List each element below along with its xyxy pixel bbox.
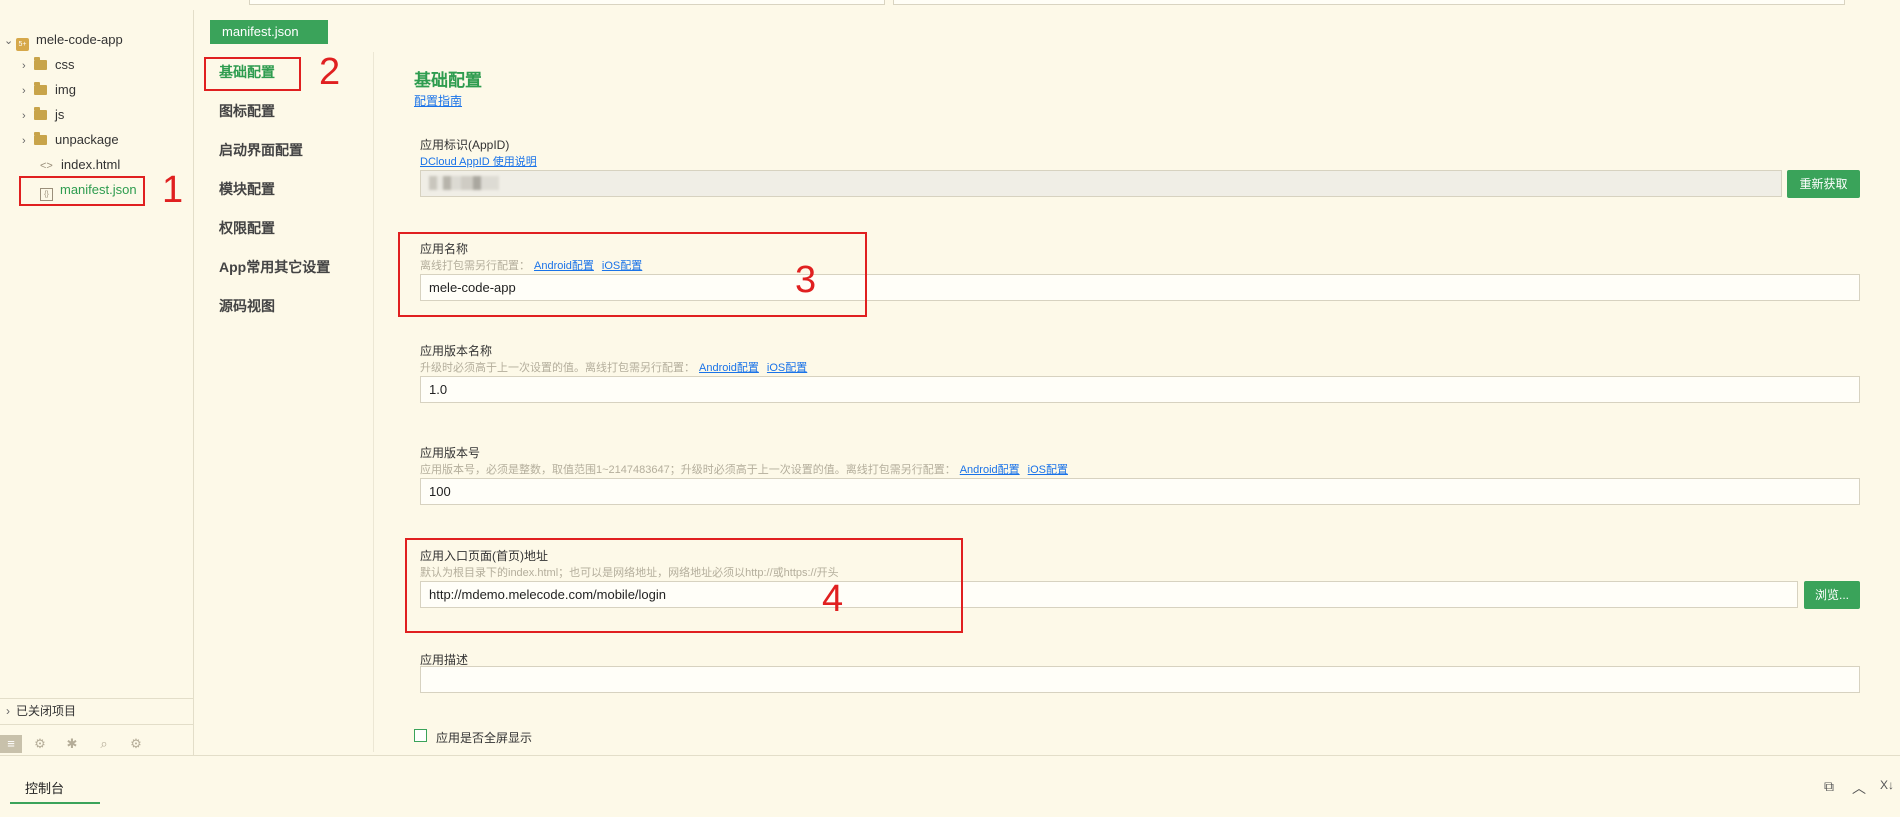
chevron-right-icon: › xyxy=(6,704,10,718)
bug-icon[interactable]: ✱ xyxy=(63,735,81,753)
top-search-input[interactable] xyxy=(249,0,885,5)
version-code-label: 应用版本号 xyxy=(420,446,481,460)
annotation-number-3: 3 xyxy=(795,259,817,301)
chevron-right-icon: › xyxy=(22,85,26,97)
tree-project-root[interactable]: ⌄ 5+ mele-code-app xyxy=(4,29,123,51)
tree-item-label: index.html xyxy=(61,157,121,172)
tree-item-label: unpackage xyxy=(55,132,119,147)
top-address-input[interactable] xyxy=(893,0,1845,5)
explorer-icon[interactable]: ≡ xyxy=(0,735,22,753)
version-code-ios-link[interactable]: iOS配置 xyxy=(1028,464,1068,476)
version-name-label: 应用版本名称 xyxy=(420,344,493,358)
code-file-icon: <> xyxy=(40,160,53,172)
version-name-hint: 升级时必须高于上一次设置的值。离线打包需另行配置： Android配置 iOS配置 xyxy=(420,359,811,375)
version-code-android-link[interactable]: Android配置 xyxy=(960,464,1020,476)
section-title: 基础配置 xyxy=(414,71,482,90)
folder-icon xyxy=(34,82,47,95)
version-code-hint-text: 应用版本号，必须是整数，取值范围1~2147483647；升级时必须高于上一次设… xyxy=(420,464,956,476)
tree-item-label: css xyxy=(55,57,75,72)
tree-item-js[interactable]: › js xyxy=(22,104,64,126)
description-input[interactable] xyxy=(420,666,1860,693)
folder-icon xyxy=(34,107,47,120)
annotation-number-1: 1 xyxy=(162,169,184,211)
console-tab-indicator xyxy=(10,802,100,804)
fullscreen-checkbox[interactable] xyxy=(414,729,427,742)
nav-other-settings[interactable]: App常用其它设置 xyxy=(219,255,330,279)
nav-splash-config[interactable]: 启动界面配置 xyxy=(219,138,303,162)
open-external-icon[interactable]: ⧉ xyxy=(1824,778,1834,795)
version-code-hint: 应用版本号，必须是整数，取值范围1~2147483647；升级时必须高于上一次设… xyxy=(420,461,1072,477)
annotation-number-4: 4 xyxy=(822,578,844,620)
config-guide-link[interactable]: 配置指南 xyxy=(414,92,462,109)
chevron-right-icon: › xyxy=(22,60,26,72)
chevron-up-icon[interactable]: ︿ xyxy=(1852,778,1866,798)
project-icon: 5+ xyxy=(16,38,29,51)
appid-input[interactable] xyxy=(420,170,1782,197)
project-name: mele-code-app xyxy=(36,32,123,47)
annotation-number-2: 2 xyxy=(319,51,341,93)
close-panel-icon[interactable]: X↓ xyxy=(1880,778,1894,792)
config-content: 基础配置 配置指南 应用标识(AppID) DCloud AppID 使用说明 … xyxy=(374,52,1900,752)
settings-icon[interactable]: ⚙ xyxy=(127,735,145,753)
appid-label: 应用标识(AppID) xyxy=(420,138,510,152)
nav-permission-config[interactable]: 权限配置 xyxy=(219,216,275,240)
closed-projects[interactable]: › 已关闭项目 xyxy=(0,698,194,722)
appid-masked-value xyxy=(429,176,499,190)
tab-manifest-json[interactable]: manifest.json xyxy=(210,20,328,44)
tree-item-label: js xyxy=(55,107,65,122)
version-name-input[interactable]: 1.0 xyxy=(420,376,1860,403)
annotation-box-4 xyxy=(405,538,963,633)
plugin-icon[interactable]: ⚙ xyxy=(31,735,49,753)
chevron-right-icon: › xyxy=(22,110,26,122)
tree-item-unpackage[interactable]: › unpackage xyxy=(22,129,119,151)
chevron-right-icon: › xyxy=(22,135,26,147)
project-explorer: ⌄ 5+ mele-code-app › css › img › js › unpackag… xyxy=(0,10,194,755)
version-name-hint-text: 升级时必须高于上一次设置的值。离线打包需另行配置： xyxy=(420,362,695,374)
folder-icon xyxy=(34,132,47,145)
tree-item-css[interactable]: › css xyxy=(22,54,75,76)
refresh-appid-button[interactable]: 重新获取 xyxy=(1787,170,1860,198)
fullscreen-label: 应用是否全屏显示 xyxy=(436,731,533,745)
browse-button[interactable]: 浏览... xyxy=(1804,581,1860,609)
closed-projects-label: 已关闭项目 xyxy=(16,704,77,718)
bottom-panel: 控制台 ⧉ ︿ X↓ xyxy=(0,755,1900,817)
annotation-box-2 xyxy=(204,57,301,91)
tree-item-label: img xyxy=(55,82,76,97)
settings-nav: 基础配置 图标配置 启动界面配置 模块配置 权限配置 App常用其它设置 源码视… xyxy=(194,52,374,752)
nav-icon-config[interactable]: 图标配置 xyxy=(219,99,275,123)
tree-item-index-html[interactable]: <> index.html xyxy=(40,154,120,176)
nav-source-view[interactable]: 源码视图 xyxy=(219,294,275,318)
version-code-input[interactable]: 100 xyxy=(420,478,1860,505)
annotation-box-1 xyxy=(19,176,145,206)
appid-help-link[interactable]: DCloud AppID 使用说明 xyxy=(420,153,537,169)
version-name-android-link[interactable]: Android配置 xyxy=(699,362,759,374)
folder-icon xyxy=(34,57,47,70)
search-icon[interactable]: ⌕ xyxy=(95,735,113,753)
tab-console[interactable]: 控制台 xyxy=(25,778,64,797)
nav-module-config[interactable]: 模块配置 xyxy=(219,177,275,201)
chevron-down-icon: ⌄ xyxy=(4,35,14,47)
top-strip xyxy=(0,0,1900,7)
version-name-ios-link[interactable]: iOS配置 xyxy=(767,362,807,374)
tree-item-img[interactable]: › img xyxy=(22,79,76,101)
